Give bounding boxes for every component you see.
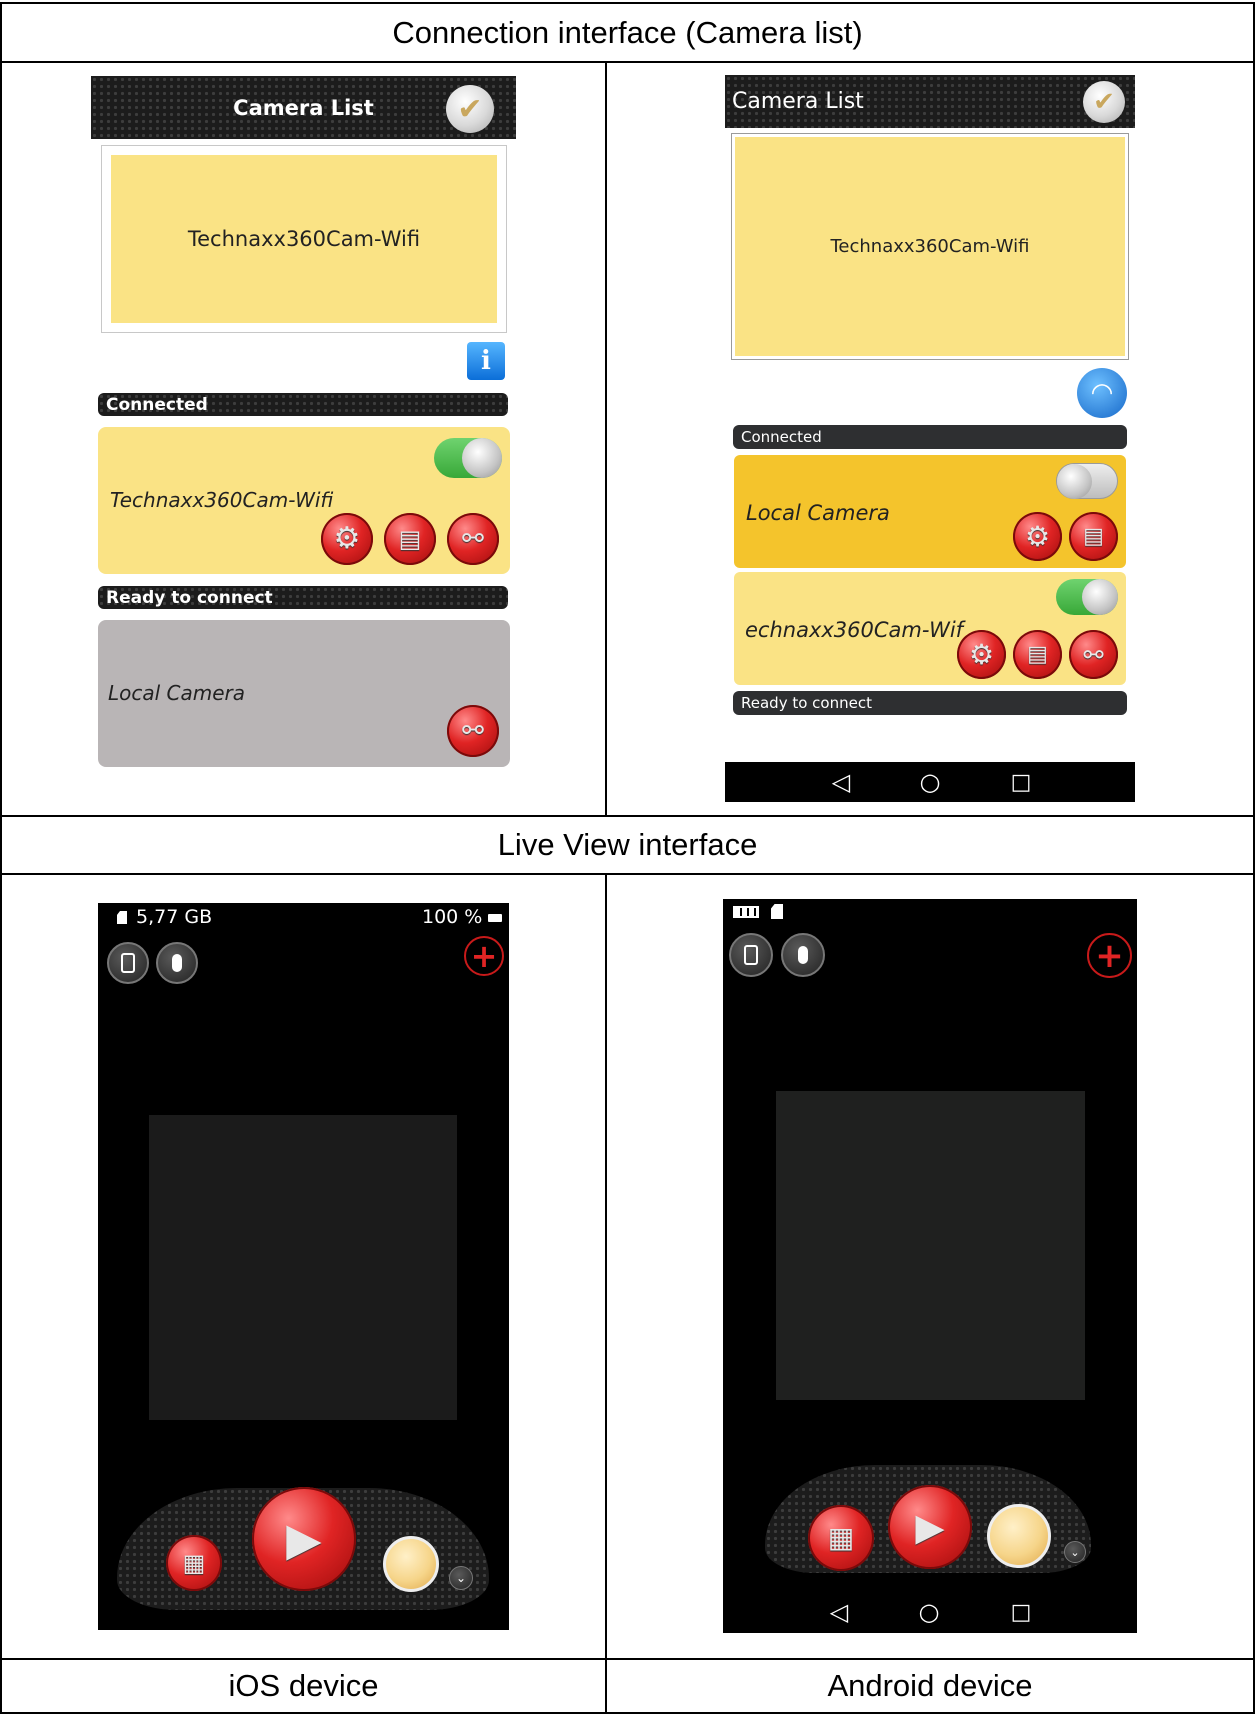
row-divider xyxy=(0,61,1255,63)
shutter-button[interactable] xyxy=(383,1536,439,1592)
section-header-connected: Connected xyxy=(733,425,1127,449)
sd-card-icon xyxy=(117,911,127,924)
section-header-ready: Ready to connect xyxy=(733,691,1127,715)
section-header-ready: Ready to connect xyxy=(98,586,508,609)
microphone-button[interactable] xyxy=(156,942,198,984)
check-icon[interactable]: ✔ xyxy=(1083,81,1125,123)
folder-icon: ▤ xyxy=(398,525,422,553)
phone-camera-icon xyxy=(744,945,758,965)
phone-camera-button[interactable] xyxy=(729,933,773,977)
folder-button[interactable]: ▤ xyxy=(1013,630,1062,679)
link-icon: ⚯ xyxy=(462,716,484,746)
toggle-switch[interactable] xyxy=(434,438,502,478)
gallery-button[interactable]: ▦ xyxy=(808,1505,874,1571)
home-icon[interactable]: ○ xyxy=(915,766,945,798)
link-button[interactable]: ⚯ xyxy=(447,705,499,757)
section-header-label: Connected xyxy=(741,428,822,446)
plus-icon[interactable]: + xyxy=(1087,933,1132,978)
gallery-button[interactable]: ▦ xyxy=(166,1535,222,1591)
wifi-icon[interactable]: ◠ xyxy=(1077,368,1127,418)
live-video-area[interactable] xyxy=(149,1115,457,1420)
folder-icon: ▤ xyxy=(1027,641,1048,667)
battery-text: 100 % xyxy=(422,906,483,928)
chevron-down-icon[interactable]: ⌄ xyxy=(449,1566,473,1590)
folder-button[interactable]: ▤ xyxy=(1069,512,1118,561)
microphone-icon xyxy=(172,954,182,972)
storage-text: 5,77 GB xyxy=(136,906,213,928)
home-icon[interactable]: ○ xyxy=(914,1596,944,1628)
row-divider xyxy=(0,873,1255,875)
caption-connection-interface: Connection interface (Camera list) xyxy=(392,14,863,50)
gallery-icon: ▦ xyxy=(827,1521,855,1554)
gallery-icon: ▦ xyxy=(182,1549,206,1577)
camera-preview[interactable]: Technaxx360Cam-Wifi xyxy=(735,137,1125,356)
phone-camera-button[interactable] xyxy=(107,942,149,984)
settings-button[interactable]: ⚙ xyxy=(957,630,1006,679)
toggle-knob xyxy=(1082,579,1118,615)
caption-ios-device: iOS device xyxy=(228,1668,379,1703)
camera-preview[interactable]: Technaxx360Cam-Wifi xyxy=(111,155,497,323)
shutter-button[interactable] xyxy=(987,1504,1051,1568)
folder-icon: ▤ xyxy=(1083,523,1104,549)
camera-card-name: Local Camera xyxy=(108,681,246,705)
camera-card-name: echnaxx360Cam-Wif xyxy=(745,618,964,642)
video-camera-icon: ▶ xyxy=(915,1505,945,1549)
battery-icon xyxy=(733,906,759,918)
folder-button[interactable]: ▤ xyxy=(384,513,436,565)
link-icon: ⚯ xyxy=(462,524,484,554)
phone-camera-icon xyxy=(121,953,135,973)
battery-icon xyxy=(488,914,502,922)
gear-icon: ⚙ xyxy=(968,637,995,671)
section-header-label: Connected xyxy=(106,394,208,415)
plus-icon[interactable]: + xyxy=(464,936,504,976)
video-camera-icon: ▶ xyxy=(286,1512,322,1566)
border-bottom xyxy=(0,1712,1255,1714)
section-header-label: Ready to connect xyxy=(741,694,872,712)
settings-button[interactable]: ⚙ xyxy=(321,513,373,565)
camera-card-name: Technaxx360Cam-Wifi xyxy=(110,488,334,512)
section-header-connected: Connected xyxy=(98,393,508,416)
toggle-knob xyxy=(462,438,502,478)
recents-icon[interactable]: □ xyxy=(1006,1596,1036,1628)
column-divider xyxy=(605,62,607,816)
caption-android-device: Android device xyxy=(827,1668,1033,1703)
link-button[interactable]: ⚯ xyxy=(447,513,499,565)
link-button[interactable]: ⚯ xyxy=(1069,630,1118,679)
record-video-button[interactable]: ▶ xyxy=(252,1487,356,1591)
toggle-switch[interactable] xyxy=(1056,463,1118,499)
camera-card-name: Local Camera xyxy=(746,501,890,525)
caption-live-view-interface: Live View interface xyxy=(497,827,758,862)
check-icon[interactable]: ✔ xyxy=(446,85,494,133)
gear-icon: ⚙ xyxy=(333,521,361,556)
section-header-label: Ready to connect xyxy=(106,587,273,608)
chevron-down-icon[interactable]: ⌄ xyxy=(1064,1541,1086,1563)
back-icon[interactable]: ◁ xyxy=(826,766,856,798)
toggle-knob xyxy=(1057,464,1092,499)
toggle-switch[interactable] xyxy=(1056,579,1118,615)
microphone-icon xyxy=(798,946,808,964)
info-icon[interactable]: i xyxy=(467,342,505,380)
record-video-button[interactable]: ▶ xyxy=(888,1485,972,1569)
settings-button[interactable]: ⚙ xyxy=(1013,512,1062,561)
column-divider xyxy=(605,874,607,1714)
page-title: Camera List xyxy=(732,89,864,114)
gear-icon: ⚙ xyxy=(1024,519,1051,553)
back-icon[interactable]: ◁ xyxy=(824,1596,854,1628)
link-icon: ⚯ xyxy=(1083,640,1104,669)
microphone-button[interactable] xyxy=(781,933,825,977)
recents-icon[interactable]: □ xyxy=(1006,766,1036,798)
live-video-area[interactable] xyxy=(776,1091,1085,1400)
